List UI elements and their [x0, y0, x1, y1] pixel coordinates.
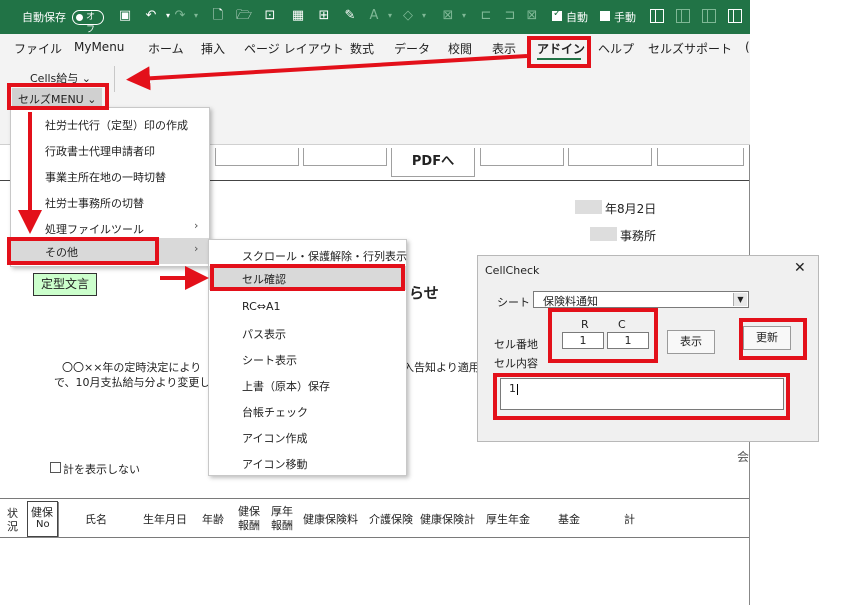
- annotation-arrows: [18, 54, 528, 290]
- arrow-to-cellz-menu: [126, 54, 528, 91]
